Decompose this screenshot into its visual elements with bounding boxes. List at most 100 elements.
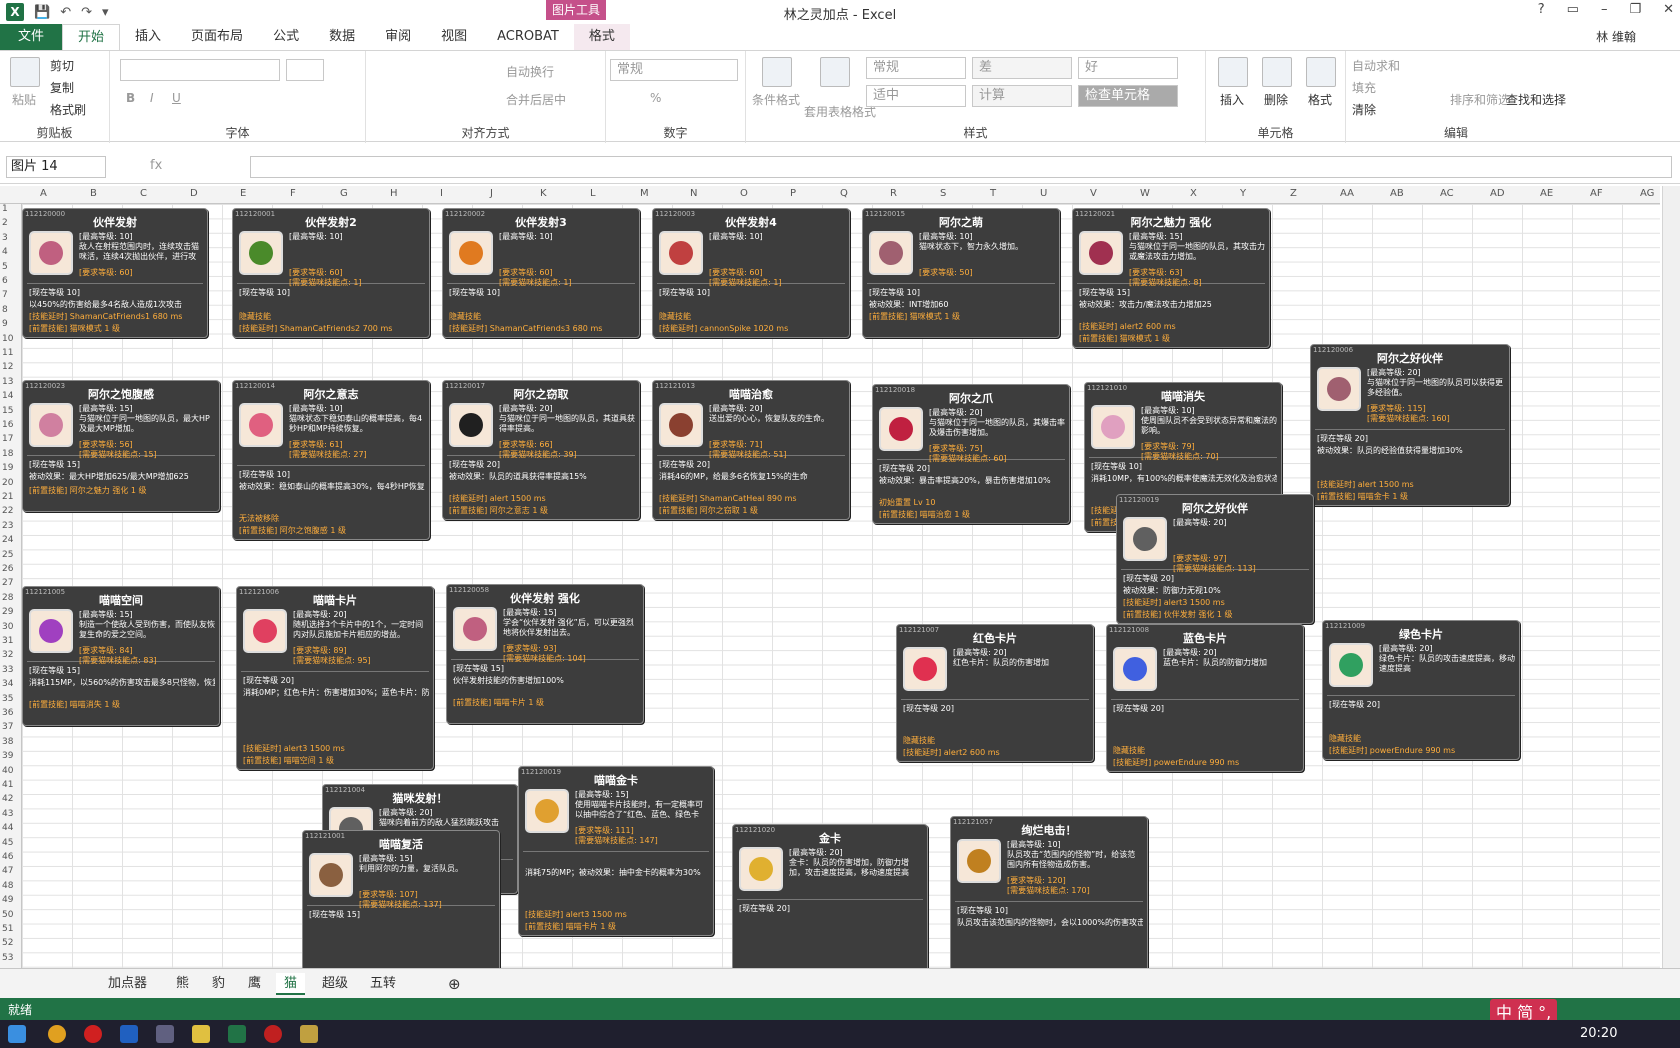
row-header[interactable]: 18 [2,449,13,459]
row-header[interactable]: 43 [2,809,13,819]
autosum-button[interactable]: 自动求和 [1352,57,1400,74]
row-header[interactable]: 7 [2,290,8,300]
ribbon-display-button[interactable]: ▭ [1567,2,1579,17]
row-header[interactable]: 19 [2,463,13,473]
skill-card[interactable]: 112120019 阿尔之好伙伴 [最高等级: 20] [要求等级: 97] [需要猫咪… [1116,494,1314,624]
column-header[interactable]: C [140,188,147,199]
skill-card[interactable]: 112120017 阿尔之窃取 [最高等级: 20] 与猫咪位于同一地图的队员，其道具… [442,380,640,520]
column-header[interactable]: M [640,188,649,199]
style-check-cell[interactable]: 检查单元格 [1078,85,1178,107]
wrap-text-button[interactable]: 自动换行 [506,63,554,80]
row-header[interactable]: 16 [2,420,13,430]
row-header[interactable]: 30 [2,622,13,632]
find-select-button[interactable]: 查找和选择 [1506,91,1566,108]
row-header[interactable]: 32 [2,650,13,660]
row-header[interactable]: 22 [2,506,13,516]
italic-button[interactable]: I [150,91,154,105]
row-header[interactable]: 50 [2,910,13,920]
sheet-tab-hawk[interactable]: 鹰 [240,973,269,995]
paste-icon[interactable] [10,57,40,87]
user-name[interactable]: 林 维翰 [1596,28,1636,45]
column-header[interactable]: O [740,188,748,199]
row-header[interactable]: 41 [2,780,13,790]
column-header[interactable]: AE [1540,188,1553,199]
insert-cells-icon[interactable] [1218,57,1248,87]
folder-icon[interactable] [192,1025,210,1043]
skill-card[interactable]: 112121006 喵喵卡片 [最高等级: 20] 随机选择3个卡片中的1个，一定时间… [236,586,434,770]
row-header[interactable]: 52 [2,938,13,948]
column-header[interactable]: A [40,188,47,199]
tab-data[interactable]: 数据 [314,24,370,50]
sort-filter-button[interactable]: 排序和筛选 [1450,91,1510,108]
table-format-icon[interactable] [820,57,850,87]
column-header[interactable]: G [340,188,348,199]
row-header[interactable]: 27 [2,578,13,588]
skill-card[interactable]: 112121057 绚烂电击！ [最高等级: 10] 队员攻击“范围内的怪物”时，给该… [950,816,1148,968]
style-calculation[interactable]: 计算 [972,85,1072,107]
column-header[interactable]: Y [1240,188,1246,199]
chrome-icon[interactable] [48,1025,66,1043]
skill-card[interactable]: 112120001 伙伴发射2 [最高等级: 10] [要求等级: 60] [需要猫咪技… [232,208,430,338]
style-bad[interactable]: 差 [972,57,1072,79]
skill-card[interactable]: 112120006 阿尔之好伙伴 [最高等级: 20] 与猫咪位于同一地图的队员可以获… [1310,344,1510,506]
skill-card[interactable]: 112120021 阿尔之魅力 强化 [最高等级: 15] 与猫咪位于同一地图的队员，… [1072,208,1270,348]
name-box[interactable]: 图片 14 [6,156,106,178]
minimize-button[interactable]: – [1601,2,1608,17]
formula-input[interactable] [250,156,1672,178]
copy-button[interactable]: 复制 [50,79,74,96]
column-header[interactable]: S [940,188,946,199]
row-header[interactable]: 6 [2,276,8,286]
column-header[interactable]: R [890,188,897,199]
font-size-select[interactable] [286,59,324,81]
row-header[interactable]: 5 [2,262,8,272]
tab-file[interactable]: 文件 [0,24,63,50]
restore-button[interactable]: ❐ [1629,2,1641,17]
tab-review[interactable]: 审阅 [370,24,426,50]
format-painter-button[interactable]: 格式刷 [50,101,86,118]
skill-card[interactable]: 112121005 喵喵空间 [最高等级: 15] 制造一个使敌人受到伤害，而使队友恢… [22,586,220,726]
row-header[interactable]: 8 [2,305,8,315]
column-header[interactable]: F [290,188,296,199]
row-header[interactable]: 1 [2,204,8,214]
conditional-format-button[interactable]: 条件格式 [752,91,800,108]
row-header[interactable]: 10 [2,334,13,344]
number-format-select[interactable]: 常规 [610,59,738,81]
column-header[interactable]: P [790,188,796,199]
sheet-tab-fifth[interactable]: 五转 [362,973,404,995]
column-header[interactable]: W [1140,188,1150,199]
close-button[interactable]: ✕ [1663,2,1674,17]
column-header[interactable]: J [490,188,493,199]
row-header[interactable]: 13 [2,377,13,387]
delete-cells-icon[interactable] [1262,57,1292,87]
row-header[interactable]: 46 [2,852,13,862]
column-header[interactable]: B [90,188,97,199]
column-header[interactable]: K [540,188,547,199]
fill-button[interactable]: 填充 [1352,79,1376,96]
insert-cells-button[interactable]: 插入 [1220,91,1244,108]
skill-card[interactable]: 112120015 阿尔之萌 [最高等级: 10] 猫咪状态下，智力永久增加。 [要求等… [862,208,1060,338]
row-header[interactable]: 20 [2,478,13,488]
tab-acrobat[interactable]: ACROBAT [482,24,574,50]
column-header[interactable]: I [440,188,443,199]
tab-page-layout[interactable]: 页面布局 [176,24,258,50]
column-header[interactable]: AA [1340,188,1354,199]
skill-card[interactable]: 112120014 阿尔之意志 [最高等级: 10] 猫咪状态下稳如泰山的概率提高，每… [232,380,430,540]
cut-button[interactable]: 剪切 [50,57,74,74]
delete-cells-button[interactable]: 删除 [1264,91,1288,108]
skill-card[interactable]: 112121020 金卡 [最高等级: 20] 金卡：队员的伤害增加，防御力增加，攻击… [732,824,928,968]
skill-card[interactable]: 112121008 蓝色卡片 [最高等级: 20] 蓝色卡片：队员的防御力增加 [现在等… [1106,624,1304,772]
column-header[interactable]: T [990,188,996,199]
style-normal[interactable]: 常规 [866,57,966,79]
row-header[interactable]: 49 [2,895,13,905]
tab-home[interactable]: 开始 [62,24,121,50]
record-icon[interactable] [264,1025,282,1043]
row-header[interactable]: 36 [2,708,13,718]
row-header[interactable]: 14 [2,391,13,401]
tab-formulas[interactable]: 公式 [258,24,314,50]
app-icon[interactable] [120,1025,138,1043]
column-header[interactable]: D [190,188,198,199]
row-header[interactable]: 11 [2,348,13,358]
font-name-select[interactable] [120,59,280,81]
column-header[interactable]: V [1090,188,1097,199]
bold-button[interactable]: B [126,91,135,105]
